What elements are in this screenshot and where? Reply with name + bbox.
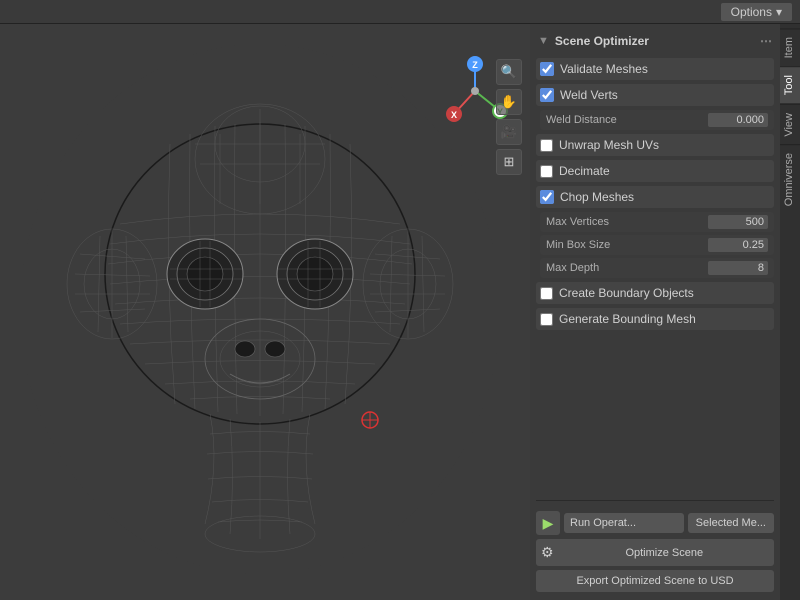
run-row: ▶ Run Operat... Selected Me... bbox=[536, 511, 774, 535]
monkey-mesh bbox=[20, 44, 500, 574]
min-box-size-row: Min Box Size bbox=[540, 235, 774, 255]
section-menu-icon[interactable]: ⋯ bbox=[760, 34, 772, 48]
max-depth-input[interactable] bbox=[708, 261, 768, 275]
create-boundary-label: Create Boundary Objects bbox=[559, 286, 694, 300]
decimate-checkbox[interactable] bbox=[540, 165, 553, 178]
weld-distance-input[interactable] bbox=[708, 113, 768, 127]
camera-btn[interactable]: 🎥 bbox=[496, 119, 522, 145]
tab-omniverse[interactable]: Omniverse bbox=[780, 144, 800, 214]
section-title: Scene Optimizer bbox=[555, 34, 649, 48]
validate-meshes-checkbox[interactable] bbox=[540, 62, 554, 76]
tab-tool[interactable]: Tool bbox=[780, 66, 800, 103]
pan-btn[interactable]: ✋ bbox=[496, 89, 522, 115]
unwrap-uvs-checkbox[interactable] bbox=[540, 139, 553, 152]
decimate-label: Decimate bbox=[559, 164, 610, 178]
chop-meshes-checkbox[interactable] bbox=[540, 190, 554, 204]
scene-optimizer-header[interactable]: ▼ Scene Optimizer ⋯ bbox=[536, 30, 774, 52]
max-depth-label: Max Depth bbox=[546, 262, 599, 274]
max-vertices-row: Max Vertices bbox=[540, 212, 774, 232]
create-boundary-row[interactable]: Create Boundary Objects bbox=[536, 282, 774, 304]
weld-verts-sub: Weld Distance bbox=[540, 110, 774, 130]
selected-me-button[interactable]: Selected Me... bbox=[688, 513, 774, 533]
grid-btn[interactable]: ⊞ bbox=[496, 149, 522, 175]
max-vertices-input[interactable] bbox=[708, 215, 768, 229]
generate-bounding-checkbox[interactable] bbox=[540, 313, 553, 326]
bottom-buttons: ▶ Run Operat... Selected Me... ⚙ Optimiz… bbox=[530, 490, 780, 600]
gear-icon: ⚙ bbox=[541, 544, 554, 561]
validate-meshes-row[interactable]: Validate Meshes bbox=[536, 58, 774, 80]
run-operate-button[interactable]: Run Operat... bbox=[564, 513, 684, 533]
tab-item[interactable]: Item bbox=[780, 28, 800, 66]
options-label: Options bbox=[731, 5, 772, 19]
options-chevron: ▾ bbox=[776, 5, 782, 19]
optimize-scene-label: Optimize Scene bbox=[560, 547, 769, 559]
tab-view[interactable]: View bbox=[780, 104, 800, 145]
generate-bounding-row[interactable]: Generate Bounding Mesh bbox=[536, 308, 774, 330]
svg-text:Z: Z bbox=[472, 60, 478, 70]
unwrap-uvs-row[interactable]: Unwrap Mesh UVs bbox=[536, 134, 774, 156]
chop-meshes-label: Chop Meshes bbox=[560, 190, 634, 204]
min-box-size-label: Min Box Size bbox=[546, 239, 610, 251]
options-button[interactable]: Options ▾ bbox=[721, 3, 792, 21]
bottom-divider bbox=[536, 500, 774, 501]
weld-distance-label: Weld Distance bbox=[546, 114, 617, 126]
tab-strip: Item Tool View Omniverse bbox=[780, 24, 800, 600]
optimize-scene-button[interactable]: ⚙ Optimize Scene bbox=[536, 539, 774, 566]
weld-verts-label: Weld Verts bbox=[560, 88, 618, 102]
validate-meshes-label: Validate Meshes bbox=[560, 62, 648, 76]
chop-meshes-sub: Max Vertices Min Box Size Max Depth bbox=[540, 212, 774, 278]
min-box-size-input[interactable] bbox=[708, 238, 768, 252]
play-button[interactable]: ▶ bbox=[536, 511, 560, 535]
weld-verts-row[interactable]: Weld Verts bbox=[536, 84, 774, 106]
viewport: Z X Y 🔍 ✋ 🎥 ⊞ bbox=[0, 24, 530, 600]
weld-verts-checkbox[interactable] bbox=[540, 88, 554, 102]
max-depth-row: Max Depth bbox=[540, 258, 774, 278]
viewport-controls: 🔍 ✋ 🎥 ⊞ bbox=[496, 59, 522, 175]
export-button[interactable]: Export Optimized Scene to USD bbox=[536, 570, 774, 592]
zoom-btn[interactable]: 🔍 bbox=[496, 59, 522, 85]
max-vertices-label: Max Vertices bbox=[546, 216, 609, 228]
svg-text:X: X bbox=[451, 110, 457, 120]
create-boundary-checkbox[interactable] bbox=[540, 287, 553, 300]
decimate-row[interactable]: Decimate bbox=[536, 160, 774, 182]
generate-bounding-label: Generate Bounding Mesh bbox=[559, 312, 696, 326]
chop-meshes-row[interactable]: Chop Meshes bbox=[536, 186, 774, 208]
top-bar: Options ▾ bbox=[0, 0, 800, 24]
unwrap-uvs-label: Unwrap Mesh UVs bbox=[559, 138, 659, 152]
weld-distance-row: Weld Distance bbox=[540, 110, 774, 130]
target-indicator bbox=[360, 410, 380, 430]
section-collapse-icon: ▼ bbox=[538, 35, 549, 47]
